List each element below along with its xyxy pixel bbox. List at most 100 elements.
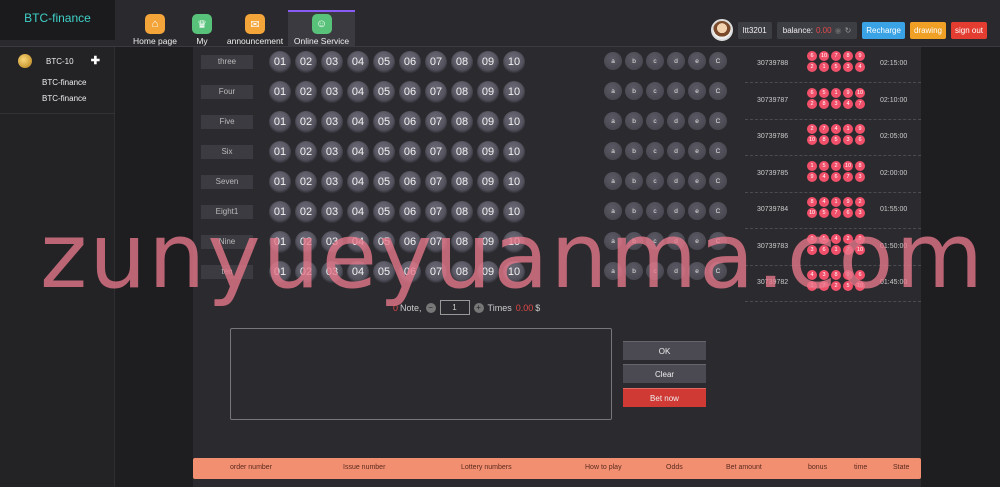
brand-title[interactable]: BTC-finance bbox=[0, 0, 115, 40]
sidebar-game-header[interactable]: BTC-10 ✚ bbox=[0, 47, 114, 75]
number-ball[interactable]: 07 bbox=[425, 171, 447, 193]
plus-icon[interactable]: ✚ bbox=[91, 54, 100, 67]
quick-select-button[interactable]: d bbox=[667, 142, 685, 160]
quick-select-button[interactable]: c bbox=[646, 112, 664, 130]
number-ball[interactable]: 07 bbox=[425, 81, 447, 103]
number-ball[interactable]: 05 bbox=[373, 81, 395, 103]
number-ball[interactable]: 06 bbox=[399, 171, 421, 193]
number-ball[interactable]: 10 bbox=[503, 171, 525, 193]
eye-icon[interactable]: ◉ bbox=[835, 26, 842, 35]
number-ball[interactable]: 04 bbox=[347, 51, 369, 73]
quick-select-button[interactable]: a bbox=[604, 172, 622, 190]
number-ball[interactable]: 06 bbox=[399, 141, 421, 163]
quick-select-button[interactable]: c bbox=[646, 52, 664, 70]
number-ball[interactable]: 04 bbox=[347, 141, 369, 163]
quick-select-button[interactable]: e bbox=[688, 142, 706, 160]
number-ball[interactable]: 02 bbox=[295, 81, 317, 103]
number-ball[interactable]: 01 bbox=[269, 81, 291, 103]
number-ball[interactable]: 04 bbox=[347, 171, 369, 193]
drawing-button[interactable]: drawing bbox=[909, 21, 946, 39]
number-ball[interactable]: 02 bbox=[295, 141, 317, 163]
quick-select-button[interactable]: b bbox=[625, 172, 643, 190]
number-ball[interactable]: 09 bbox=[477, 171, 499, 193]
number-ball[interactable]: 05 bbox=[373, 51, 395, 73]
nav-item-home[interactable]: ⌂ Home page bbox=[128, 10, 182, 47]
quick-select-button[interactable]: C bbox=[709, 172, 727, 190]
number-ball[interactable]: 08 bbox=[451, 171, 473, 193]
number-ball[interactable]: 09 bbox=[477, 81, 499, 103]
number-ball[interactable]: 03 bbox=[321, 51, 343, 73]
number-ball[interactable]: 03 bbox=[321, 81, 343, 103]
nav-item-support[interactable]: ☺ Online Service bbox=[288, 10, 355, 47]
quick-select-button[interactable]: b bbox=[625, 82, 643, 100]
number-ball[interactable]: 07 bbox=[425, 141, 447, 163]
number-ball[interactable]: 03 bbox=[321, 171, 343, 193]
quick-select-button[interactable]: c bbox=[646, 82, 664, 100]
number-ball[interactable]: 10 bbox=[503, 81, 525, 103]
nav-item-mail[interactable]: ✉ announcement bbox=[222, 10, 288, 47]
number-ball[interactable]: 06 bbox=[399, 51, 421, 73]
number-ball[interactable]: 07 bbox=[425, 111, 447, 133]
quick-select-button[interactable]: e bbox=[688, 112, 706, 130]
number-ball[interactable]: 05 bbox=[373, 171, 395, 193]
number-ball[interactable]: 10 bbox=[503, 111, 525, 133]
quick-select-button[interactable]: e bbox=[688, 52, 706, 70]
number-ball[interactable]: 07 bbox=[425, 51, 447, 73]
number-ball[interactable]: 02 bbox=[295, 171, 317, 193]
quick-select-button[interactable]: e bbox=[688, 172, 706, 190]
quick-select-button[interactable]: C bbox=[709, 142, 727, 160]
sign-out-button[interactable]: sign out bbox=[950, 21, 987, 39]
quick-select-button[interactable]: e bbox=[688, 82, 706, 100]
number-ball[interactable]: 08 bbox=[451, 81, 473, 103]
quick-select-button[interactable]: a bbox=[604, 82, 622, 100]
quick-select-button[interactable]: d bbox=[667, 82, 685, 100]
number-ball[interactable]: 10 bbox=[503, 141, 525, 163]
number-ball[interactable]: 04 bbox=[347, 81, 369, 103]
number-ball[interactable]: 03 bbox=[321, 141, 343, 163]
number-ball[interactable]: 06 bbox=[399, 111, 421, 133]
quick-select-button[interactable]: b bbox=[625, 142, 643, 160]
number-ball[interactable]: 05 bbox=[373, 141, 395, 163]
quick-select-button[interactable]: a bbox=[604, 52, 622, 70]
quick-select-button[interactable]: d bbox=[667, 52, 685, 70]
number-ball[interactable]: 09 bbox=[477, 51, 499, 73]
number-ball[interactable]: 03 bbox=[321, 111, 343, 133]
refresh-icon[interactable]: ↻ bbox=[845, 26, 852, 35]
bet-textarea[interactable] bbox=[230, 328, 612, 420]
quick-select-button[interactable]: b bbox=[625, 112, 643, 130]
number-ball[interactable]: 08 bbox=[451, 111, 473, 133]
sidebar-item-btc-finance[interactable]: BTC-finance bbox=[0, 75, 114, 91]
quick-select-button[interactable]: a bbox=[604, 112, 622, 130]
quick-select-button[interactable]: d bbox=[667, 172, 685, 190]
number-ball[interactable]: 06 bbox=[399, 81, 421, 103]
quick-select-button[interactable]: c bbox=[646, 172, 664, 190]
number-ball[interactable]: 09 bbox=[477, 111, 499, 133]
number-ball[interactable]: 05 bbox=[373, 111, 395, 133]
quick-select-button[interactable]: C bbox=[709, 112, 727, 130]
nav-item-crown[interactable]: ♛ My bbox=[182, 10, 222, 47]
clear-button[interactable]: Clear bbox=[623, 364, 706, 383]
number-ball[interactable]: 10 bbox=[503, 51, 525, 73]
quick-select-button[interactable]: b bbox=[625, 52, 643, 70]
number-ball[interactable]: 01 bbox=[269, 111, 291, 133]
ok-button[interactable]: OK bbox=[623, 341, 706, 360]
sidebar-item-btc-finance[interactable]: BTC-finance bbox=[0, 91, 114, 107]
quick-select-button[interactable]: d bbox=[667, 112, 685, 130]
quick-select-button[interactable]: C bbox=[709, 52, 727, 70]
quick-select-button[interactable]: a bbox=[604, 142, 622, 160]
number-ball[interactable]: 01 bbox=[269, 171, 291, 193]
username[interactable]: ltt3201 bbox=[737, 21, 772, 39]
number-ball[interactable]: 02 bbox=[295, 51, 317, 73]
number-ball[interactable]: 01 bbox=[269, 141, 291, 163]
number-ball[interactable]: 04 bbox=[347, 111, 369, 133]
number-ball[interactable]: 09 bbox=[477, 141, 499, 163]
number-ball[interactable]: 08 bbox=[451, 141, 473, 163]
number-ball[interactable]: 02 bbox=[295, 111, 317, 133]
quick-select-button[interactable]: c bbox=[646, 142, 664, 160]
bet-now-button[interactable]: Bet now bbox=[623, 388, 706, 407]
number-ball[interactable]: 08 bbox=[451, 51, 473, 73]
avatar[interactable] bbox=[710, 19, 733, 41]
recharge-button[interactable]: Recharge bbox=[862, 21, 905, 39]
number-ball[interactable]: 01 bbox=[269, 51, 291, 73]
quick-select-button[interactable]: C bbox=[709, 82, 727, 100]
